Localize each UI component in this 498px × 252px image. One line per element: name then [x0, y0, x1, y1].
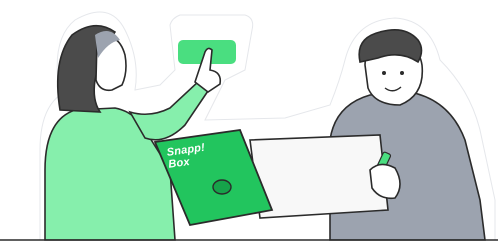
scene-artwork	[0, 11, 498, 241]
man-eye-left	[382, 71, 386, 75]
box-hole	[212, 179, 232, 195]
illustration-scene: Snapp! Box	[0, 0, 498, 252]
man-eye-right	[400, 71, 404, 75]
